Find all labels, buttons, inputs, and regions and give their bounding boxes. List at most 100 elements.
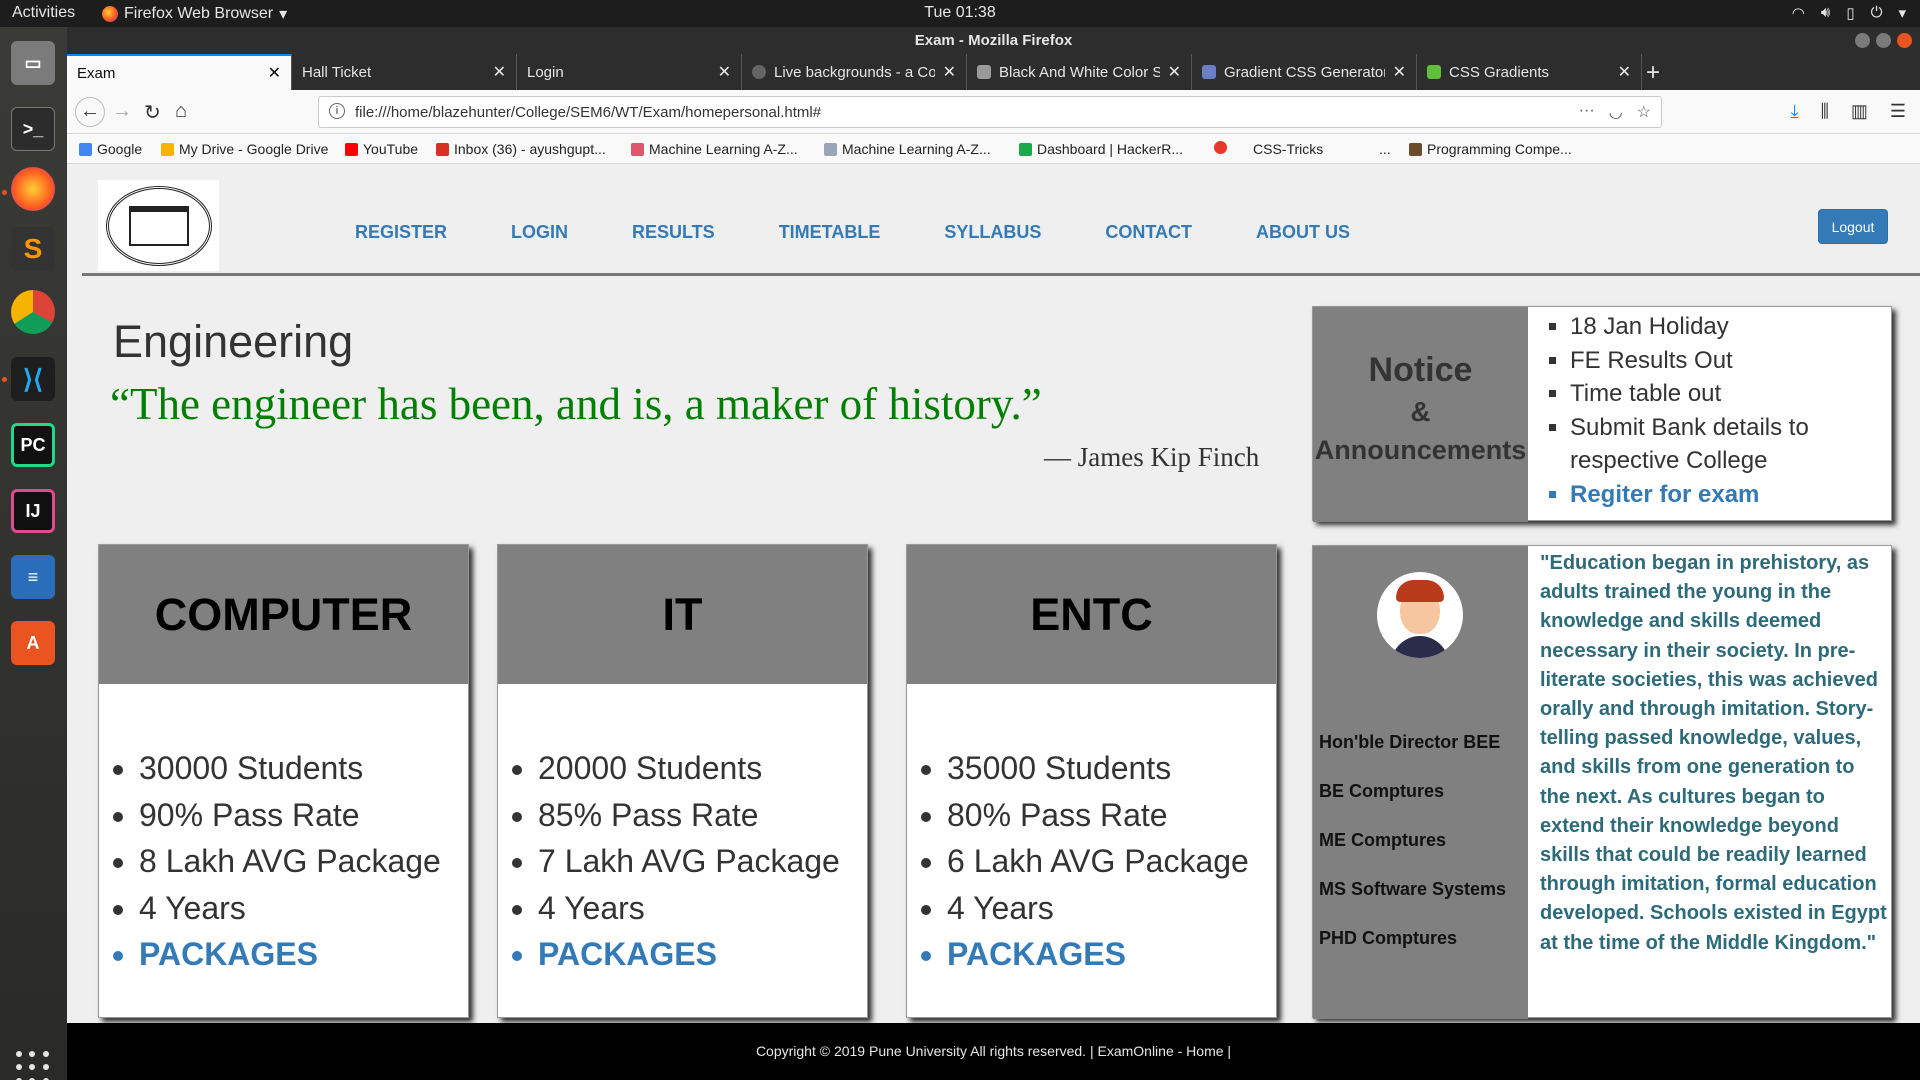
list-item: 90% Pass Rate (139, 792, 441, 839)
window-title-bar: Exam - Mozilla Firefox (67, 27, 1920, 54)
new-tab-button[interactable]: + (1646, 59, 1660, 87)
notice-item: Time table out (1570, 377, 1880, 411)
forward-button[interactable]: → (112, 100, 132, 123)
tab-gradient-generator[interactable]: Gradient CSS Generator ✕ (1192, 54, 1417, 90)
notice-heading-line: & (1410, 396, 1431, 427)
vscode-app-icon[interactable]: ⟩⟨ (11, 357, 55, 401)
firefox-app-icon[interactable] (11, 167, 55, 211)
director-panel: Hon'ble Director BEE BE Comptures ME Com… (1312, 545, 1892, 1019)
packages-link[interactable]: PACKAGES (139, 931, 441, 978)
nav-results[interactable]: RESULTS (632, 222, 715, 243)
bookmark-item[interactable] (1214, 141, 1232, 154)
list-item: 7 Lakh AVG Package (538, 838, 840, 885)
nav-login[interactable]: LOGIN (511, 222, 568, 243)
page-footer: Copyright © 2019 Pune University All rig… (67, 1023, 1920, 1080)
packages-link[interactable]: PACKAGES (538, 931, 840, 978)
bookmark-item[interactable]: Dashboard | HackerR... (1019, 141, 1183, 157)
close-tab-icon[interactable]: ✕ (943, 62, 956, 82)
nav-about-us[interactable]: ABOUT US (1256, 222, 1350, 243)
nav-register[interactable]: REGISTER (355, 222, 447, 243)
minimize-window-button[interactable] (1855, 33, 1870, 48)
close-tab-icon[interactable]: ✕ (718, 62, 731, 82)
bookmark-item[interactable]: Google (79, 141, 142, 157)
files-app-icon[interactable]: ▭ (11, 41, 55, 85)
tab-login[interactable]: Login ✕ (517, 54, 742, 90)
google-icon (79, 142, 92, 156)
director-sidebar: Hon'ble Director BEE BE Comptures ME Com… (1313, 546, 1528, 1019)
clock[interactable]: Tue 01:38 (0, 4, 1920, 22)
lock-icon (977, 65, 991, 79)
home-button[interactable]: ⌂ (175, 100, 187, 123)
show-applications-icon[interactable] (16, 1051, 50, 1080)
site-info-icon[interactable]: i (329, 103, 345, 119)
bookmark-item[interactable]: Machine Learning A-Z... (824, 141, 991, 157)
site-icon (752, 65, 766, 79)
role-item: MS Software Systems (1319, 879, 1507, 899)
chrome-app-icon[interactable] (11, 290, 55, 334)
bookmark-item[interactable]: Programming Compe... (1409, 141, 1572, 157)
close-tab-icon[interactable]: ✕ (1168, 62, 1181, 82)
bookmark-star-icon[interactable]: ☆ (1637, 102, 1651, 122)
downloads-icon[interactable]: ⤓ (1791, 101, 1799, 122)
close-tab-icon[interactable]: ✕ (1618, 62, 1631, 82)
tab-label: Black And White Color S (999, 63, 1160, 81)
notice-list: 18 Jan Holiday FE Results Out Time table… (1570, 310, 1880, 512)
logout-button[interactable]: Logout (1818, 209, 1888, 244)
director-avatar (1377, 572, 1463, 658)
tab-css-gradients[interactable]: CSS Gradients ✕ (1417, 54, 1642, 90)
packages-link[interactable]: PACKAGES (947, 931, 1249, 978)
director-quote: "Education began in prehistory, as adult… (1540, 552, 1887, 954)
notice-item: Submit Bank details to respective Colleg… (1570, 411, 1880, 478)
terminal-app-icon[interactable]: >_ (11, 107, 55, 151)
tab-exam[interactable]: Exam ✕ (67, 54, 292, 90)
close-tab-icon[interactable]: ✕ (1393, 62, 1406, 82)
sidebar-icon[interactable]: ▥ (1851, 101, 1868, 122)
power-icon: ⏻ (1870, 4, 1883, 21)
address-bar[interactable]: i file:///home/blazehunter/College/SEM6/… (318, 96, 1662, 128)
tab-live-backgrounds[interactable]: Live backgrounds - a Coll ✕ (742, 54, 967, 90)
dock: ▭ >_ S ⟩⟨ PC IJ ≡ A (0, 27, 67, 1080)
nav-timetable[interactable]: TIMETABLE (779, 222, 881, 243)
menu-icon[interactable]: ☰ (1890, 101, 1906, 122)
bookmark-item[interactable]: Inbox (36) - ayushgupt... (436, 141, 606, 157)
pocket-icon[interactable]: ◡ (1609, 102, 1623, 122)
site-icon (1427, 65, 1441, 79)
register-exam-link[interactable]: Regiter for exam (1570, 478, 1880, 512)
maximize-window-button[interactable] (1876, 33, 1891, 48)
card-stats: 20000 Students 85% Pass Rate 7 Lakh AVG … (538, 745, 840, 978)
close-window-button[interactable] (1897, 33, 1912, 48)
software-center-app-icon[interactable]: A (11, 621, 55, 665)
nav-contact[interactable]: CONTACT (1105, 222, 1192, 243)
bookmarks-toolbar: Google My Drive - Google Drive YouTube I… (67, 134, 1920, 164)
url-text[interactable]: file:///home/blazehunter/College/SEM6/WT… (355, 104, 821, 121)
tab-hall-ticket[interactable]: Hall Ticket ✕ (292, 54, 517, 90)
library-icon[interactable]: ⫼ (1821, 101, 1829, 122)
list-item: 4 Years (947, 885, 1249, 932)
system-tray[interactable]: ◠ 🔊︎ ▯ ⏻ ▾ (1792, 4, 1906, 22)
role-item: BE Comptures (1319, 781, 1445, 801)
tab-black-white-color[interactable]: Black And White Color S ✕ (967, 54, 1192, 90)
bookmark-item[interactable]: Machine Learning A-Z... (631, 141, 798, 157)
bookmarks-overflow[interactable]: ... (1379, 141, 1391, 157)
notice-heading-line: Announcements (1314, 435, 1527, 465)
sublime-text-app-icon[interactable]: S (11, 227, 55, 271)
nav-syllabus[interactable]: SYLLABUS (944, 222, 1041, 243)
hero-quote: “The engineer has been, and is, a maker … (110, 379, 1042, 429)
card-title: ENTC (907, 545, 1276, 684)
back-button[interactable]: ← (75, 97, 105, 127)
writer-app-icon[interactable]: ≡ (11, 555, 55, 599)
bookmark-item[interactable]: YouTube (345, 141, 418, 157)
star-badge-icon (1214, 141, 1227, 154)
close-tab-icon[interactable]: ✕ (493, 62, 506, 82)
page-actions-icon[interactable]: ··· (1579, 102, 1595, 122)
pycharm-app-icon[interactable]: PC (11, 423, 55, 467)
bookmark-item[interactable]: CSS-Tricks (1253, 141, 1323, 157)
close-tab-icon[interactable]: ✕ (268, 63, 281, 83)
bookmark-item[interactable]: My Drive - Google Drive (161, 141, 328, 157)
role-item: Hon'ble Director BEE (1319, 732, 1501, 752)
intellij-app-icon[interactable]: IJ (11, 489, 55, 533)
university-logo[interactable] (98, 180, 219, 271)
role-item: ME Comptures (1319, 830, 1447, 850)
reload-button[interactable]: ↻ (144, 100, 161, 125)
list-item: 6 Lakh AVG Package (947, 838, 1249, 885)
